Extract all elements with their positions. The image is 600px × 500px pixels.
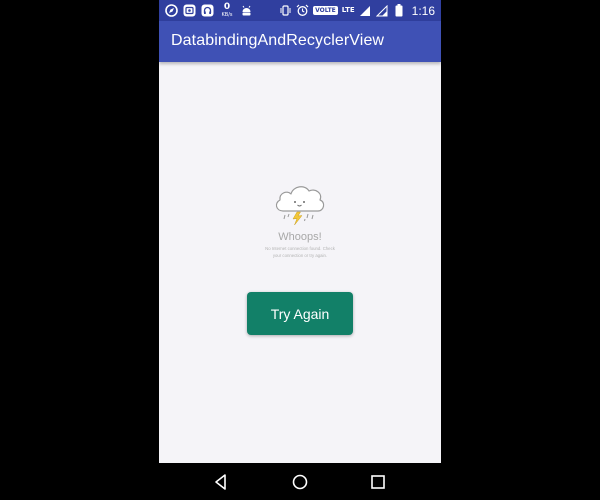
empty-state-message-line-1: No Internet connection found. Check: [265, 246, 335, 251]
status-bar-system: VOLTE LTE 1:16: [279, 2, 435, 19]
vibrate-icon: [279, 4, 292, 17]
compass-icon: [165, 4, 178, 17]
app-bar: DatabindingAndRecyclerView: [159, 21, 441, 62]
empty-state-heading: Whoops!: [278, 231, 322, 243]
network-speed: 0 KB/s: [219, 2, 235, 19]
empty-state-message: No Internet connection found. Check your…: [250, 245, 350, 259]
recents-icon[interactable]: [369, 473, 387, 491]
battery-icon: [393, 4, 406, 17]
headphones-app-icon: [201, 4, 214, 17]
alarm-icon: [296, 4, 309, 17]
status-time: 1:16: [411, 3, 435, 18]
network-speed-value: 0: [223, 2, 231, 12]
try-again-button[interactable]: Try Again: [247, 292, 353, 335]
signal-icon-2: [376, 4, 389, 17]
lte-label: LTE: [341, 6, 355, 14]
navigation-bar: [159, 463, 441, 500]
storm-cloud-icon: [271, 180, 329, 226]
status-bar-notifications: 0 KB/s: [165, 2, 253, 19]
android-icon: [240, 4, 253, 17]
app-title: DatabindingAndRecyclerView: [171, 32, 385, 49]
volte-badge: VOLTE: [313, 6, 338, 15]
phone-screen: 0 KB/s VOLTE LTE 1:16 DatabindingAndRecy…: [159, 0, 441, 463]
status-bar: 0 KB/s VOLTE LTE 1:16: [159, 0, 441, 21]
photo-app-icon: [183, 4, 196, 17]
empty-state-message-line-2: your connection or try again.: [272, 253, 328, 258]
network-speed-unit: KB/s: [221, 12, 233, 18]
home-icon[interactable]: [291, 473, 309, 491]
back-icon[interactable]: [212, 473, 230, 491]
signal-icon: [359, 4, 372, 17]
